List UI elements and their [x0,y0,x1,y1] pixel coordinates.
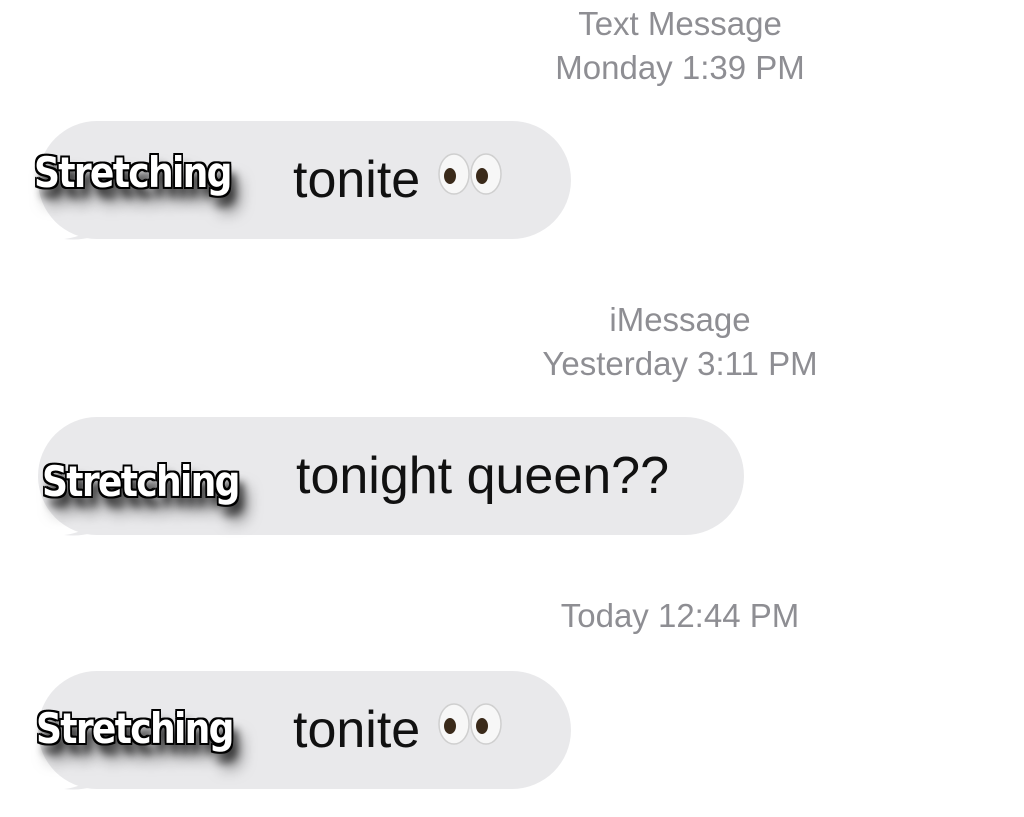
overlay-caption-3: Stretching [36,704,234,753]
message-1-service-label: Text Message [578,5,782,42]
message-3-text: tonite [293,701,421,759]
message-2-text: tonight queen?? [296,447,670,505]
overlay-caption-2: Stretching [42,457,240,506]
overlay-caption-1: Stretching [34,148,232,197]
message-2-timestamp: Yesterday 3:11 PM [542,345,818,382]
message-3-text-row: tonite [293,671,504,789]
message-1-meta: Text Message Monday 1:39 PM [430,2,930,90]
bubble-tail [64,757,110,790]
message-2-service-label: iMessage [609,301,751,338]
message-1-text: tonite [293,151,421,209]
bubble-tail [64,503,110,536]
message-2-meta: iMessage Yesterday 3:11 PM [430,298,930,386]
message-1-text-row: tonite [293,121,504,239]
message-3-meta: Today 12:44 PM [430,594,930,638]
message-1-timestamp: Monday 1:39 PM [555,49,805,86]
bubble-tail [64,207,110,240]
message-3-timestamp: Today 12:44 PM [560,597,800,634]
eyes-icon [438,120,504,238]
eyes-icon [438,670,504,788]
